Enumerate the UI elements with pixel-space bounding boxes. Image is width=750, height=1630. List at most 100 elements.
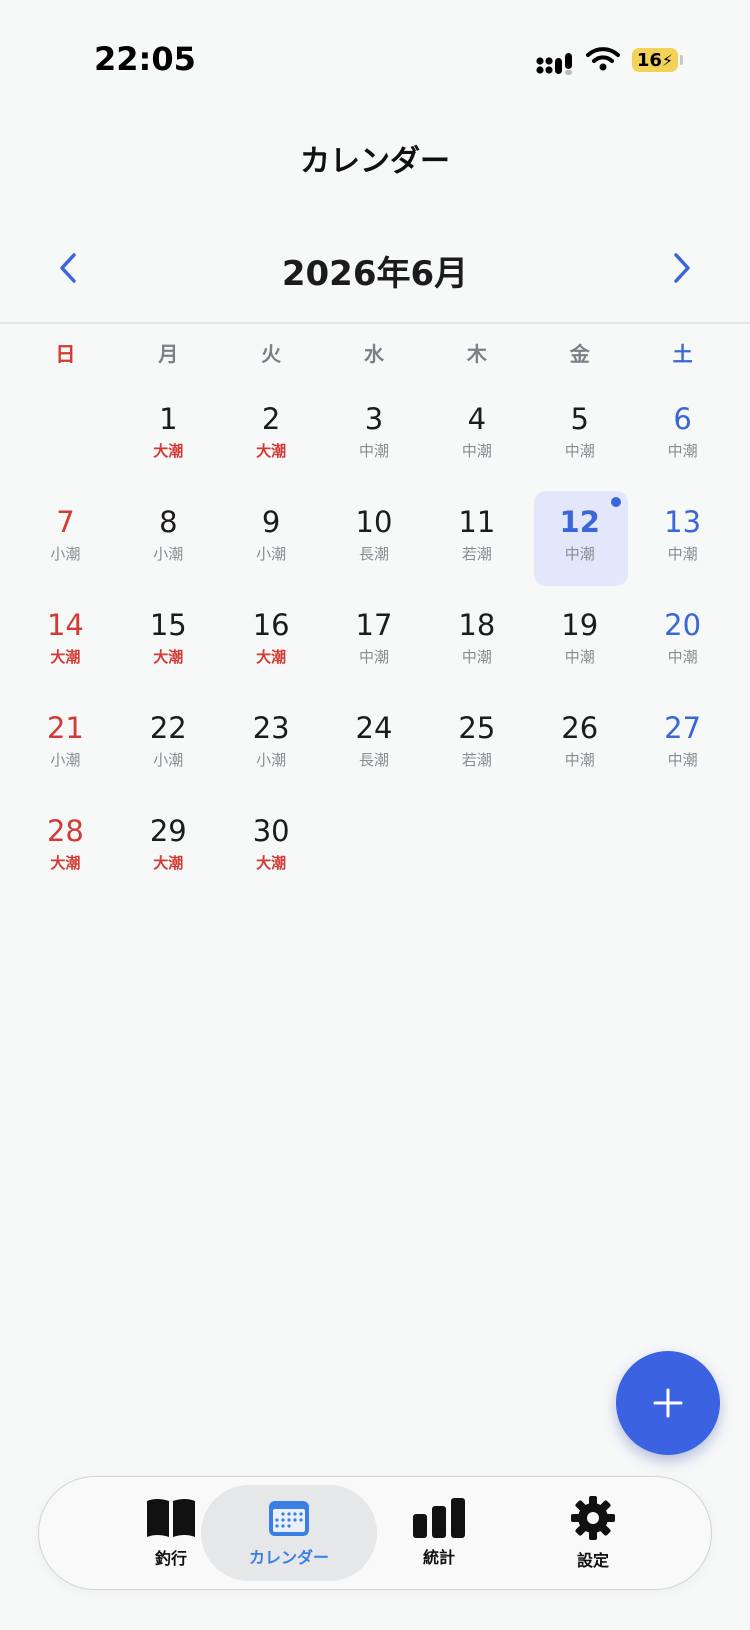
tide-label: 中潮 [359,648,390,666]
tide-label: 小潮 [153,751,184,769]
tide-label: 大潮 [153,442,184,460]
day-cell-30[interactable]: 30 大潮 [220,796,323,899]
day-cell-10[interactable]: 10 長潮 [323,487,426,590]
page-title: カレンダー [300,144,450,179]
empty-day-cell [14,384,117,487]
battery-level: 16 [636,49,662,71]
day-number: 14 [46,608,84,642]
tide-label: 長潮 [359,545,390,563]
tide-label: 中潮 [564,648,595,666]
day-number: 30 [252,814,290,848]
weekday-tuesday: 火 [261,342,282,366]
day-cell-15[interactable]: 15 大潮 [117,590,220,693]
month-title: 2026年6月 [281,254,469,294]
tide-label: 大潮 [153,854,184,872]
day-cell-20[interactable]: 20 中潮 [631,590,734,693]
tab-statistics[interactable]: 統計 [359,1485,519,1581]
day-cell-12[interactable]: 12 中潮 [528,487,631,590]
weekday-monday: 月 [158,342,179,366]
month-header: 2026年6月 [0,236,750,302]
calendar-grid: 1 大潮 2 大潮 3 中潮 4 中潮 5 中潮 6 中潮 7 小潮 8 小潮 9 小潮 10 長潮 11 若潮 12 中潮 1… [14,384,734,899]
tide-label: 長潮 [359,751,390,769]
tide-label: 大潮 [50,854,81,872]
book-icon [147,1499,195,1537]
day-number: 25 [458,711,496,745]
add-entry-button[interactable] [616,1351,720,1455]
empty-day-cell [425,796,528,899]
day-cell-19[interactable]: 19 中潮 [528,590,631,693]
day-number: 1 [159,402,178,436]
day-number: 29 [149,814,187,848]
day-number: 26 [561,711,599,745]
wifi-icon [586,47,620,71]
day-cell-24[interactable]: 24 長潮 [323,693,426,796]
day-number: 15 [149,608,187,642]
day-cell-9[interactable]: 9 小潮 [220,487,323,590]
tide-label: 中潮 [461,648,492,666]
tide-label: 中潮 [564,545,595,563]
day-cell-22[interactable]: 22 小潮 [117,693,220,796]
day-cell-4[interactable]: 4 中潮 [425,384,528,487]
tab-settings[interactable]: 設定 [513,1485,673,1581]
day-cell-5[interactable]: 5 中潮 [528,384,631,487]
tide-label: 大潮 [256,648,287,666]
day-number: 13 [664,505,702,539]
day-cell-7[interactable]: 7 小潮 [14,487,117,590]
tide-label: 大潮 [153,648,184,666]
tide-label: 若潮 [461,751,492,769]
tab-label: 設定 [576,1551,609,1570]
tide-label: 小潮 [256,751,287,769]
day-cell-18[interactable]: 18 中潮 [425,590,528,693]
chevron-right-icon [674,253,690,283]
day-cell-28[interactable]: 28 大潮 [14,796,117,899]
day-cell-13[interactable]: 13 中潮 [631,487,734,590]
day-cell-29[interactable]: 29 大潮 [117,796,220,899]
day-cell-3[interactable]: 3 中潮 [323,384,426,487]
tide-label: 中潮 [667,648,698,666]
day-number: 17 [355,608,393,642]
gear-icon [571,1496,615,1540]
day-number: 20 [664,608,702,642]
tide-label: 大潮 [256,854,287,872]
day-cell-16[interactable]: 16 大潮 [220,590,323,693]
day-cell-27[interactable]: 27 中潮 [631,693,734,796]
tide-label: 中潮 [667,751,698,769]
calendar-icon [269,1501,309,1536]
tide-label: 若潮 [461,545,492,563]
day-number: 19 [561,608,599,642]
day-number: 8 [159,505,178,539]
tab-calendar[interactable]: カレンダー [201,1485,377,1581]
tide-label: 大潮 [256,442,287,460]
day-number: 28 [46,814,84,848]
tide-label: 小潮 [256,545,287,563]
day-number: 18 [458,608,496,642]
day-cell-21[interactable]: 21 小潮 [14,693,117,796]
weekday-header: 日 月 火 水 木 金 土 [14,338,734,367]
day-number: 7 [56,505,75,539]
day-cell-11[interactable]: 11 若潮 [425,487,528,590]
tab-label: カレンダー [248,1548,329,1567]
day-number: 5 [570,402,589,436]
day-cell-26[interactable]: 26 中潮 [528,693,631,796]
day-cell-1[interactable]: 1 大潮 [117,384,220,487]
day-cell-17[interactable]: 17 中潮 [323,590,426,693]
battery-indicator: 16 ⚡ [632,48,678,72]
day-cell-6[interactable]: 6 中潮 [631,384,734,487]
tab-bar: 釣行 カレンダー 統計 設定 [38,1476,712,1590]
day-number: 11 [458,505,496,539]
day-number: 22 [149,711,187,745]
day-number: 23 [252,711,290,745]
day-cell-23[interactable]: 23 小潮 [220,693,323,796]
cellular-signal-icon [536,53,572,75]
day-cell-25[interactable]: 25 若潮 [425,693,528,796]
next-month-button[interactable] [652,238,712,298]
tide-label: 小潮 [50,545,81,563]
plus-icon [653,1388,683,1418]
day-number: 12 [559,505,600,539]
day-number: 3 [364,402,384,436]
empty-day-cell [323,796,426,899]
day-cell-8[interactable]: 8 小潮 [117,487,220,590]
day-cell-14[interactable]: 14 大潮 [14,590,117,693]
day-cell-2[interactable]: 2 大潮 [220,384,323,487]
day-number: 16 [252,608,290,642]
